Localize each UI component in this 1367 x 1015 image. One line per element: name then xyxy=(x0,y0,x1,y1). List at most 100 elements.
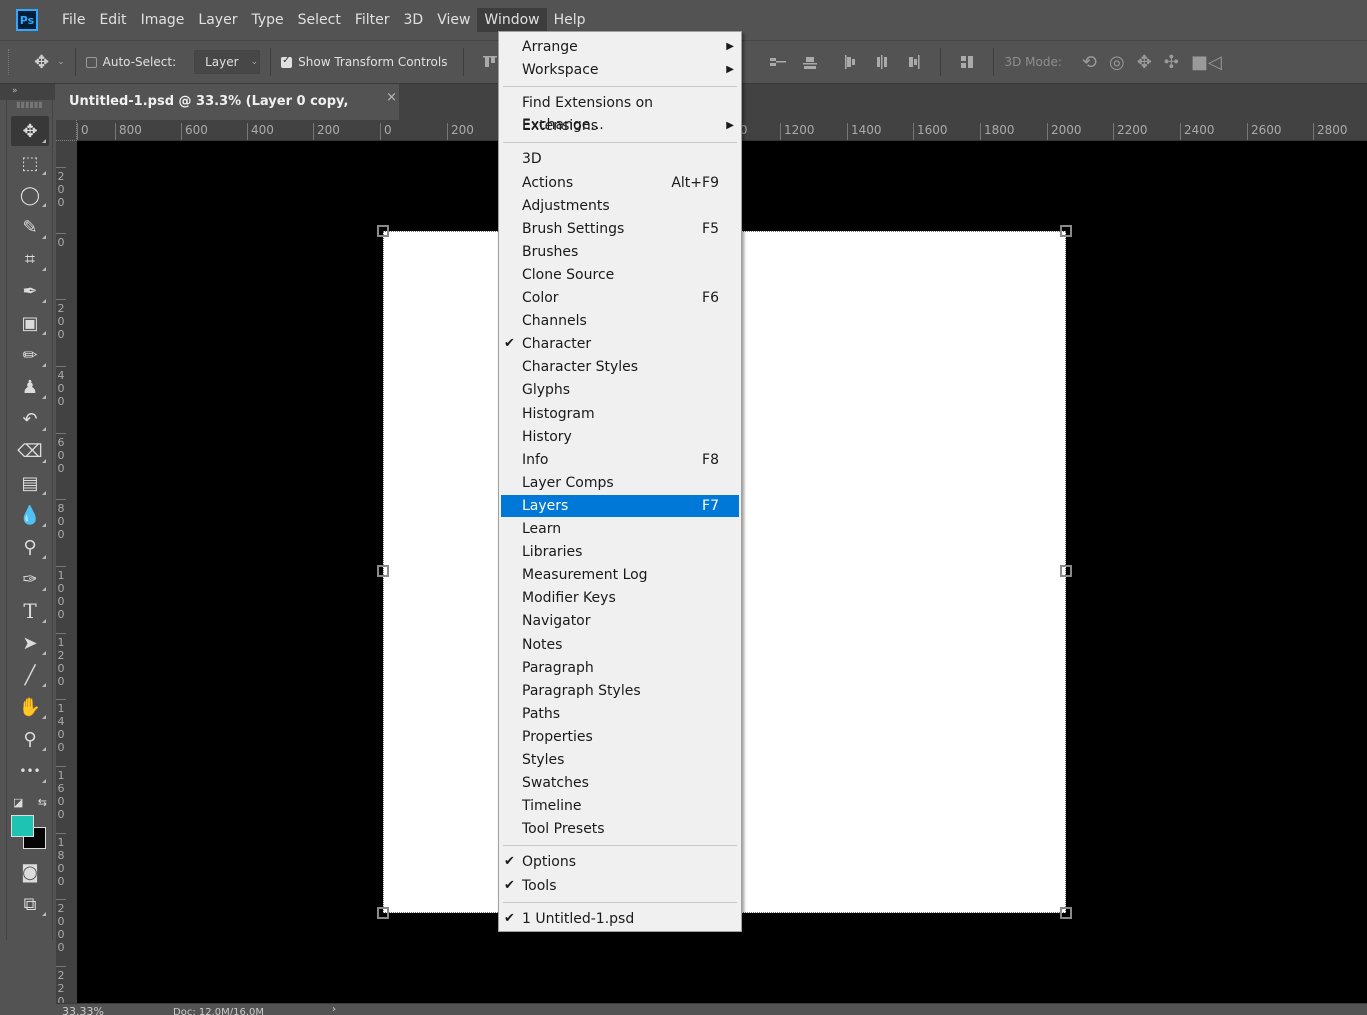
window-menu-item-1-untitled-1-psd[interactable]: ✔ 1 Untitled-1.psd xyxy=(501,908,739,930)
more-tools[interactable]: ••• xyxy=(11,756,49,786)
window-menu-item-info[interactable]: Info F8 xyxy=(501,449,739,471)
eraser-tool[interactable]: ⌫ xyxy=(11,436,49,466)
spot-healing-tool[interactable]: ▣ xyxy=(11,308,49,338)
pen-tool[interactable]: ✑ xyxy=(11,564,49,594)
tools-panel-grip[interactable]: ▮▮▮▮▮▮ xyxy=(7,100,52,114)
transform-handle-middle-right[interactable] xyxy=(1060,565,1072,577)
window-menu-item-navigator[interactable]: Navigator xyxy=(501,610,739,632)
distribute-left-icon[interactable] xyxy=(842,54,858,70)
menu-help[interactable]: Help xyxy=(547,8,593,32)
window-menu-item-character-styles[interactable]: Character Styles xyxy=(501,356,739,378)
transform-handle-top-right[interactable] xyxy=(1060,225,1072,237)
window-menu-item-layers[interactable]: Layers F7 xyxy=(501,494,739,517)
menu-type[interactable]: Type xyxy=(244,8,290,32)
auto-align-layers-icon[interactable] xyxy=(959,54,975,70)
auto-select-checkbox[interactable] xyxy=(85,56,97,68)
eyedropper-tool[interactable]: ✒ xyxy=(11,276,49,306)
vertical-ruler[interactable]: 2000200400600800100012001400160018002000… xyxy=(56,141,77,1003)
distribute-horizontal-center-icon[interactable] xyxy=(874,54,890,70)
3d-orbit-icon[interactable]: ⟲ xyxy=(1082,52,1097,73)
menu-view[interactable]: View xyxy=(430,8,477,32)
3d-scale-camera-icon[interactable]: ■◁ xyxy=(1191,52,1222,73)
window-menu-item-channels[interactable]: Channels xyxy=(501,310,739,332)
align-vertical-center-icon[interactable] xyxy=(770,54,787,70)
history-brush-tool[interactable]: ↶ xyxy=(11,404,49,434)
window-menu-item-workspace[interactable]: Workspace ▶ xyxy=(501,59,739,81)
menu-select[interactable]: Select xyxy=(291,8,348,32)
status-menu-arrow-icon[interactable]: › xyxy=(332,1004,336,1015)
default-colors-icon[interactable]: ◪ xyxy=(13,796,23,809)
window-menu-item-histogram[interactable]: Histogram xyxy=(501,403,739,425)
zoom-level[interactable]: 33.33% xyxy=(62,1005,104,1015)
dodge-tool[interactable]: ⚲ xyxy=(11,532,49,562)
menu-image[interactable]: Image xyxy=(134,8,192,32)
clone-stamp-tool[interactable]: ♟ xyxy=(11,372,49,402)
3d-pan-icon[interactable]: ✥ xyxy=(1137,52,1152,73)
window-menu-item-actions[interactable]: Actions Alt+F9 xyxy=(501,172,739,194)
transform-handle-bottom-left[interactable] xyxy=(377,907,389,919)
blur-tool[interactable]: 💧 xyxy=(11,500,49,530)
window-menu-item-styles[interactable]: Styles xyxy=(501,749,739,771)
menu-3d[interactable]: 3D xyxy=(397,8,431,32)
gradient-tool[interactable]: ▤ xyxy=(11,468,49,498)
align-top-icon[interactable] xyxy=(482,54,498,70)
window-menu-item-adjustments[interactable]: Adjustments xyxy=(501,195,739,217)
window-menu-item-paragraph-styles[interactable]: Paragraph Styles xyxy=(501,680,739,702)
line-tool[interactable]: ╱ xyxy=(11,660,49,690)
window-menu-item-timeline[interactable]: Timeline xyxy=(501,795,739,817)
window-menu-item-paragraph[interactable]: Paragraph xyxy=(501,657,739,679)
window-menu-item-layer-comps[interactable]: Layer Comps xyxy=(501,472,739,494)
window-menu-item-modifier-keys[interactable]: Modifier Keys xyxy=(501,587,739,609)
window-menu-item-paths[interactable]: Paths xyxy=(501,703,739,725)
hand-rotate-tool[interactable]: ✋ xyxy=(11,692,49,722)
window-menu-item-arrange[interactable]: Arrange ▶ xyxy=(501,36,739,58)
window-menu-item-learn[interactable]: Learn xyxy=(501,518,739,540)
window-menu-item-color[interactable]: Color F6 xyxy=(501,287,739,309)
menu-file[interactable]: File xyxy=(55,8,92,32)
transform-handle-bottom-right[interactable] xyxy=(1060,907,1072,919)
3d-slide-icon[interactable]: ✣ xyxy=(1164,52,1179,73)
window-menu-item-brushes[interactable]: Brushes xyxy=(501,241,739,263)
document-tab[interactable]: Untitled-1.psd @ 33.3% (Layer 0 copy, RG… xyxy=(56,84,399,145)
align-bottom-icon[interactable] xyxy=(802,54,818,70)
window-menu-item-extensions[interactable]: Extensions ▶ xyxy=(501,115,739,137)
move-tool[interactable]: ✥ xyxy=(11,116,49,146)
crop-tool[interactable]: ⌗ xyxy=(11,244,49,274)
close-icon[interactable]: × xyxy=(386,80,397,116)
type-tool[interactable]: T xyxy=(11,596,49,626)
window-menu-item-notes[interactable]: Notes xyxy=(501,634,739,656)
tool-preset-chevron-icon[interactable]: ⌄ xyxy=(57,57,65,67)
window-menu-item-clone-source[interactable]: Clone Source xyxy=(501,264,739,286)
window-menu-item-tools[interactable]: ✔ Tools xyxy=(501,875,739,897)
ruler-origin[interactable] xyxy=(56,120,77,141)
window-menu-item-properties[interactable]: Properties xyxy=(501,726,739,748)
window-menu-item-character[interactable]: ✔ Character xyxy=(501,333,739,355)
quick-mask-button[interactable]: ◙ xyxy=(11,857,49,887)
tools-panel-collapse[interactable]: » xyxy=(0,84,55,100)
distribute-right-icon[interactable] xyxy=(906,54,922,70)
zoom-tool[interactable]: ⚲ xyxy=(11,724,49,754)
options-bar-grip[interactable] xyxy=(8,49,12,75)
rectangular-marquee-tool[interactable]: ⬚ xyxy=(11,148,49,178)
auto-select-target-dropdown[interactable]: Layer ⌄ xyxy=(194,50,261,74)
show-transform-controls-checkbox[interactable] xyxy=(281,55,293,68)
menu-edit[interactable]: Edit xyxy=(92,8,133,32)
window-menu-item-find-extensions-on-exchange[interactable]: Find Extensions on Exchange... xyxy=(501,92,739,133)
path-selection-tool[interactable]: ➤ xyxy=(11,628,49,658)
transform-handle-top-left[interactable] xyxy=(377,225,389,237)
transform-handle-middle-left[interactable] xyxy=(377,565,389,577)
window-menu-item-swatches[interactable]: Swatches xyxy=(501,772,739,794)
window-menu-item-tool-presets[interactable]: Tool Presets xyxy=(501,818,739,840)
swap-colors-icon[interactable]: ⇆ xyxy=(38,796,47,809)
window-menu-item-brush-settings[interactable]: Brush Settings F5 xyxy=(501,218,739,240)
move-icon[interactable]: ✥ xyxy=(34,52,49,73)
window-menu-item-options[interactable]: ✔ Options xyxy=(501,851,739,873)
window-menu-item-3d[interactable]: 3D xyxy=(501,148,739,170)
foreground-color-swatch[interactable] xyxy=(11,815,34,837)
window-menu-item-glyphs[interactable]: Glyphs xyxy=(501,379,739,401)
screen-mode-button[interactable]: ⧉ xyxy=(11,889,49,919)
lasso-tool[interactable]: ◯ xyxy=(11,180,49,210)
window-menu-item-history[interactable]: History xyxy=(501,426,739,448)
window-menu-item-libraries[interactable]: Libraries xyxy=(501,541,739,563)
window-menu-item-measurement-log[interactable]: Measurement Log xyxy=(501,564,739,586)
